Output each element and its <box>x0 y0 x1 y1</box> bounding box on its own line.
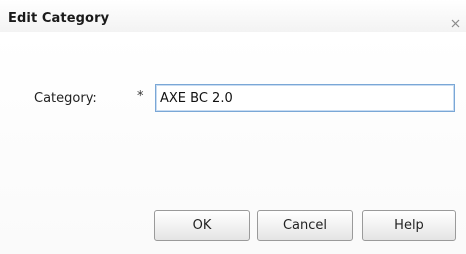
category-input[interactable] <box>155 84 455 112</box>
ok-button[interactable]: OK <box>154 210 250 241</box>
cancel-button[interactable]: Cancel <box>257 210 353 241</box>
edit-category-dialog: Edit Category Category: * OK Cancel Help <box>0 0 466 254</box>
help-button[interactable]: Help <box>362 210 456 241</box>
title-bar: Edit Category <box>0 0 466 32</box>
required-indicator: * <box>137 89 144 104</box>
dialog-title: Edit Category <box>8 11 110 26</box>
close-icon[interactable] <box>451 13 460 28</box>
category-label: Category: <box>34 91 97 106</box>
